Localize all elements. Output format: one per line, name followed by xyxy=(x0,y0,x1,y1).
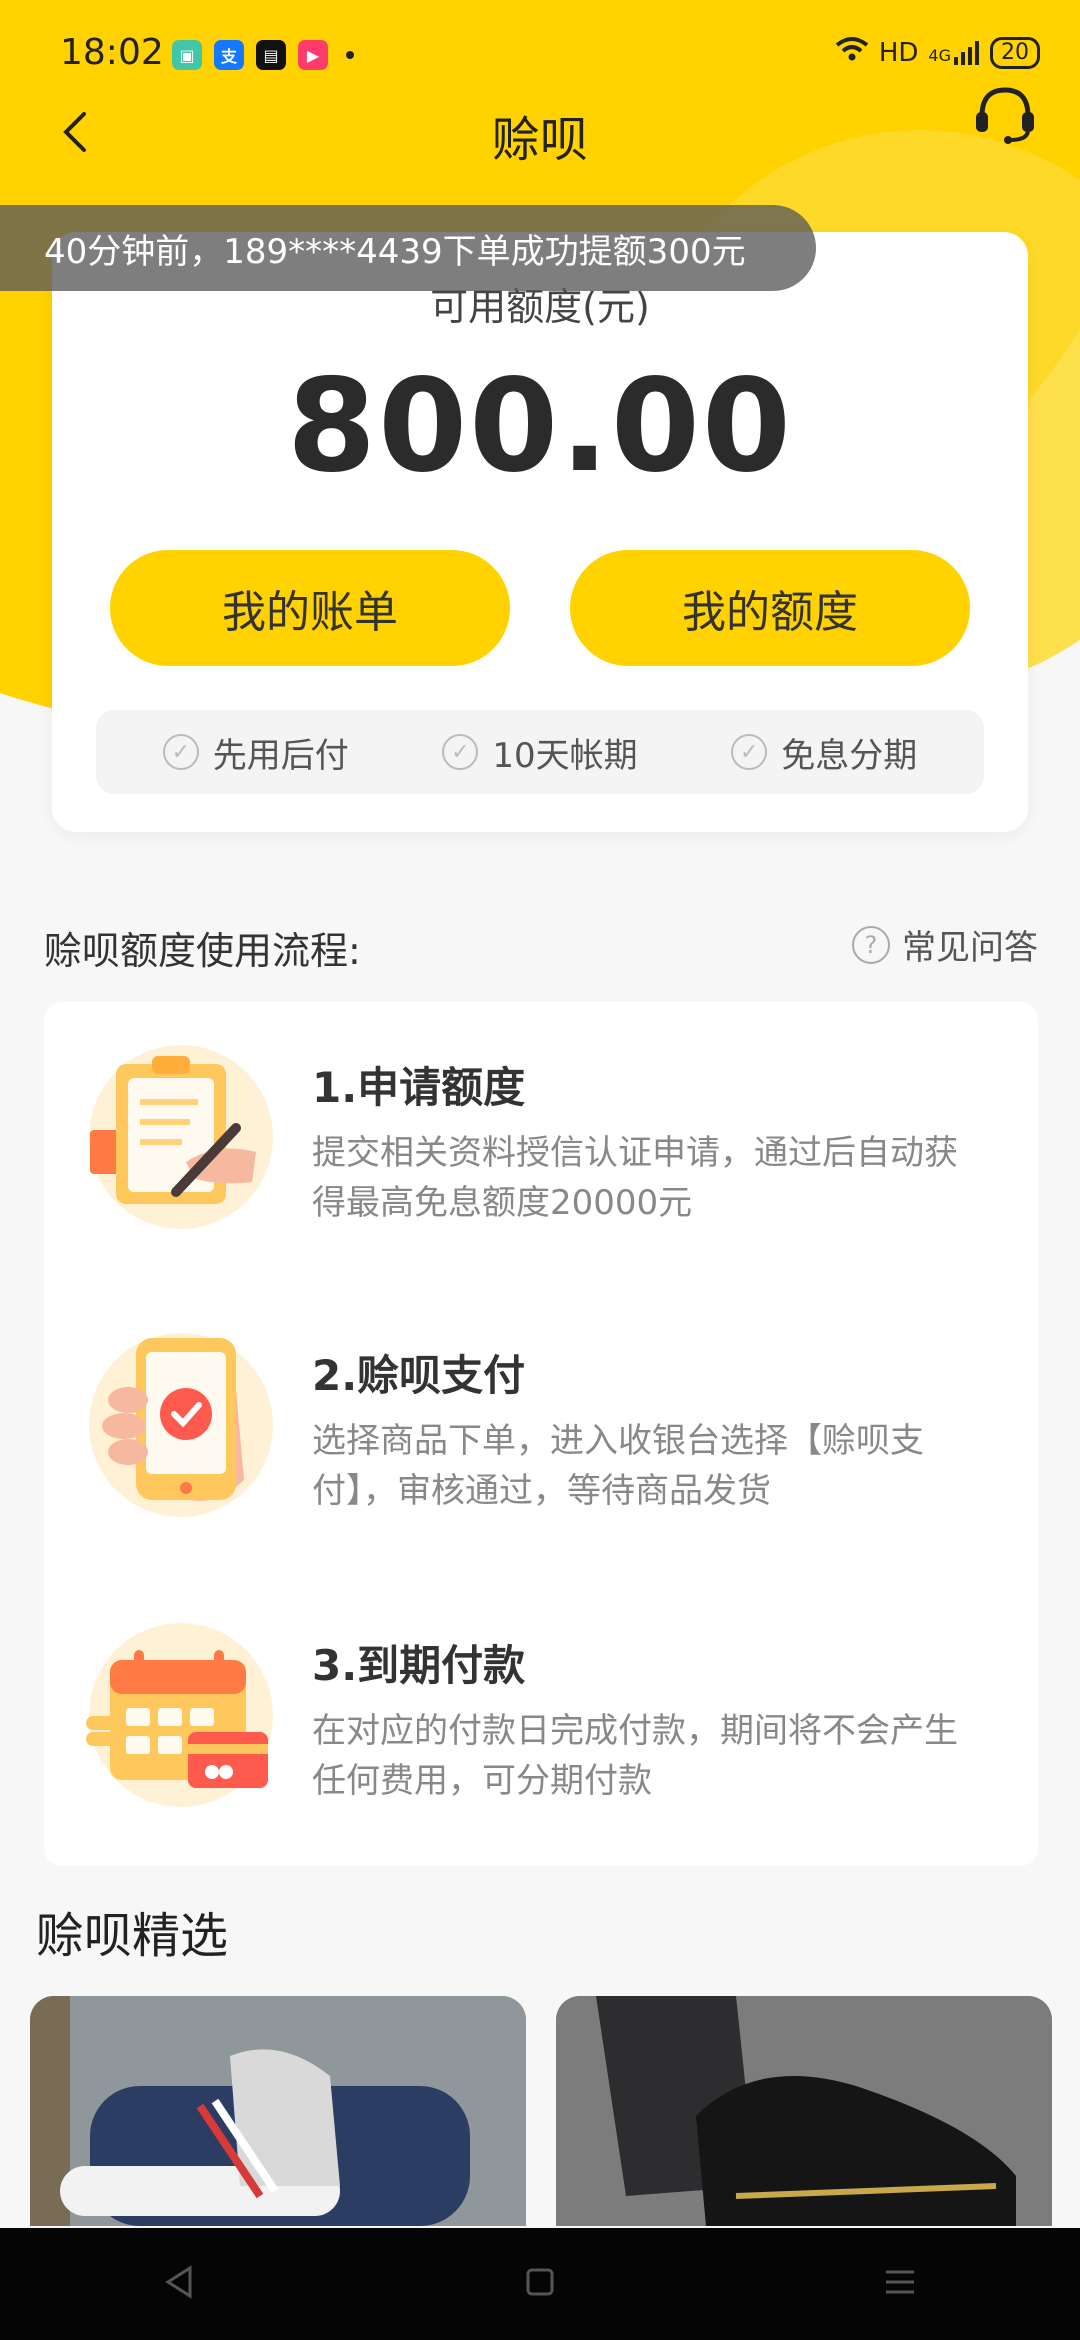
notification-app-icon: ▶ xyxy=(298,40,328,70)
check-circle-icon: ✓ xyxy=(731,734,768,770)
phone-payment-icon xyxy=(89,1333,273,1517)
feature-label: 先用后付 xyxy=(212,735,349,776)
check-circle-icon: ✓ xyxy=(162,734,199,770)
notification-more-dot xyxy=(346,51,354,59)
step-title: 1.申请额度 xyxy=(312,1063,526,1112)
page-title: 赊呗 xyxy=(491,112,588,168)
nav-bar: 赊呗 xyxy=(0,87,1080,180)
triangle-back-icon xyxy=(165,2265,192,2299)
feature-item: ✓ 免息分期 xyxy=(731,728,917,777)
menu-lines-icon xyxy=(886,2270,914,2294)
faq-link[interactable]: ? 常见问答 xyxy=(852,920,1038,969)
status-indicators: HD 4G 20 xyxy=(835,36,1040,69)
picks-section-title: 赊呗精选 xyxy=(36,1908,229,1964)
calendar-icon xyxy=(86,1623,273,1807)
customer-service-button[interactable] xyxy=(970,80,1040,150)
system-navigation-bar xyxy=(0,2228,1080,2340)
my-bill-button[interactable]: 我的账单 xyxy=(110,550,510,666)
battery-indicator: 20 xyxy=(990,36,1040,69)
feature-label: 10天帐期 xyxy=(492,735,638,776)
product-card[interactable] xyxy=(556,1996,1052,2226)
features-box: ✓ 先用后付 ✓ 10天帐期 ✓ 免息分期 xyxy=(96,710,984,794)
feature-item: ✓ 10天帐期 xyxy=(442,728,638,777)
credit-increase-notice: 40分钟前，189****4439下单成功提额300元 xyxy=(0,205,816,291)
wifi-icon xyxy=(835,36,869,69)
notification-app-icon: ▤ xyxy=(256,40,286,70)
status-time: 18:02 xyxy=(60,32,164,73)
network-label: HD xyxy=(878,37,919,68)
headset-icon xyxy=(976,87,1034,144)
process-step-pay: 2.赊呗支付 选择商品下单，进入收银台选择【赊呗支付】，审核通过，等待商品发货 xyxy=(44,1290,1038,1530)
square-home-icon xyxy=(526,2268,554,2296)
notification-app-icon: 支 xyxy=(214,40,244,70)
available-credit-amount: 800.00 xyxy=(287,352,793,501)
step-description: 在对应的付款日完成付款，期间将不会产生任何费用，可分期付款 xyxy=(312,1711,958,1801)
system-back-button[interactable] xyxy=(160,2262,200,2306)
question-circle-icon: ? xyxy=(852,925,890,964)
process-card: 1.申请额度 提交相关资料授信认证申请，通过后自动获得最高免息额度20000元 … xyxy=(44,1002,1038,1866)
process-step-apply: 1.申请额度 提交相关资料授信认证申请，通过后自动获得最高免息额度20000元 xyxy=(44,1002,1038,1242)
notification-app-icon: ▣ xyxy=(172,40,202,70)
signal-label: 4G xyxy=(928,45,951,65)
system-home-button[interactable] xyxy=(520,2262,560,2306)
faq-label: 常见问答 xyxy=(902,928,1038,968)
status-notification-icons: ▣ 支 ▤ ▶ xyxy=(172,40,354,70)
step-description: 提交相关资料授信认证申请，通过后自动获得最高免息额度20000元 xyxy=(312,1133,958,1223)
check-circle-icon: ✓ xyxy=(442,734,479,770)
product-image xyxy=(30,1996,526,2226)
process-step-repay: 3.到期付款 在对应的付款日完成付款，期间将不会产生任何费用，可分期付款 xyxy=(44,1580,1038,1820)
credit-card: 可用额度(元) 800.00 我的账单 我的额度 ✓ 先用后付 ✓ 10天帐期 … xyxy=(52,232,1028,832)
apply-document-icon xyxy=(89,1045,273,1229)
system-menu-button[interactable] xyxy=(880,2262,920,2306)
product-card[interactable] xyxy=(30,1996,526,2226)
step-title: 2.赊呗支付 xyxy=(312,1351,526,1400)
my-limit-button[interactable]: 我的额度 xyxy=(570,550,970,666)
feature-label: 免息分期 xyxy=(781,735,918,776)
process-section-title: 赊呗额度使用流程: xyxy=(44,929,361,973)
step-description: 选择商品下单，进入收银台选择【赊呗支付】，审核通过，等待商品发货 xyxy=(312,1421,924,1511)
signal-icon: 4G xyxy=(928,40,980,65)
product-image xyxy=(556,1996,1052,2226)
step-title: 3.到期付款 xyxy=(312,1641,526,1690)
feature-item: ✓ 先用后付 xyxy=(162,728,349,777)
